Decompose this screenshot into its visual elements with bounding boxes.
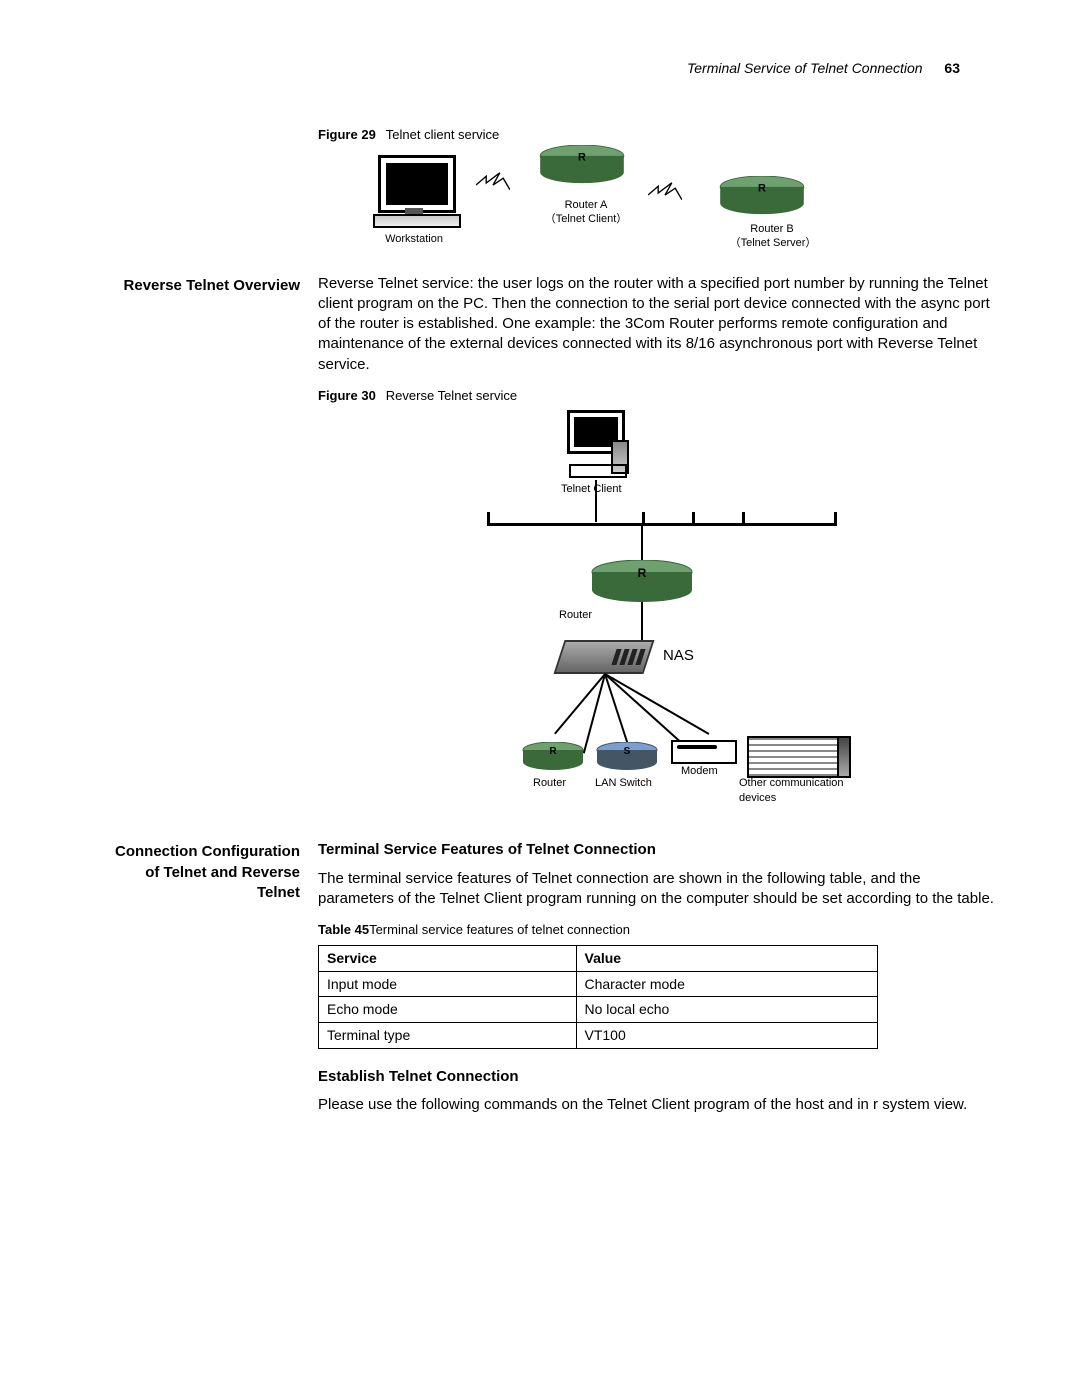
table45-label: Table 45	[318, 922, 369, 937]
table-row: Terminal type VT100	[319, 1023, 878, 1049]
running-title: Terminal Service of Telnet Connection	[687, 60, 923, 76]
nas-label: NAS	[663, 646, 694, 666]
table-row: Input mode Character mode	[319, 971, 878, 997]
svg-text:R: R	[638, 566, 647, 580]
workstation-label: Workstation	[364, 232, 464, 247]
workstation-icon	[378, 155, 456, 213]
figure30-caption: Figure 30 Reverse Telnet service	[318, 387, 1000, 405]
page: Terminal Service of Telnet Connection 63…	[0, 0, 1080, 1397]
bus-line	[487, 512, 837, 538]
conn-config-label: Connection Configuration of Telnet and R…	[100, 840, 300, 903]
conn-config-body: Terminal Service Features of Telnet Conn…	[318, 840, 1000, 1127]
reverse-overview-body: Reverse Telnet service: the user logs on…	[318, 274, 1000, 841]
lightning-icon	[648, 182, 682, 204]
svg-text:S: S	[624, 746, 631, 757]
features-heading: Terminal Service Features of Telnet Conn…	[318, 840, 1000, 860]
empty-side	[100, 126, 300, 128]
conn-config-row: Connection Configuration of Telnet and R…	[100, 840, 1000, 1127]
router-a-label: Router A	[546, 198, 626, 213]
features-text: The terminal service features of Telnet …	[318, 869, 1000, 910]
table45-title: Terminal service features of telnet conn…	[369, 922, 630, 937]
svg-text:R: R	[578, 151, 586, 163]
figure29-caption: Figure 29 Telnet client service	[318, 126, 1000, 144]
modem-label: Modem	[681, 764, 718, 779]
lightning-icon	[476, 172, 510, 194]
page-number: 63	[944, 60, 960, 76]
svg-text:R: R	[549, 746, 557, 757]
cell-value: Character mode	[576, 971, 878, 997]
router-a-sub: （Telnet Client）	[536, 212, 636, 227]
figure30-label: Figure 30	[318, 388, 376, 403]
telnet-client-icon	[563, 410, 629, 474]
router-a-icon: R	[536, 145, 628, 185]
table45-caption: Table 45Terminal service features of tel…	[318, 921, 1000, 939]
router-b-icon: R	[716, 176, 808, 216]
reverse-overview-label: Reverse Telnet Overview	[100, 274, 300, 296]
table-row: Echo mode No local echo	[319, 997, 878, 1023]
th-service: Service	[319, 945, 577, 971]
cell-service: Input mode	[319, 971, 577, 997]
figure29-body: Figure 29 Telnet client service Workstati…	[318, 126, 1000, 274]
cell-service: Terminal type	[319, 1023, 577, 1049]
router-label: Router	[559, 608, 592, 623]
lan-switch-label: LAN Switch	[595, 776, 652, 791]
router-icon: R	[589, 560, 695, 604]
running-header: Terminal Service of Telnet Connection 63	[100, 60, 1000, 76]
small-router-icon: R	[521, 742, 585, 772]
figure29-row: Figure 29 Telnet client service Workstati…	[100, 126, 1000, 274]
svg-text:R: R	[758, 182, 766, 194]
router-b-sub: （Telnet Server）	[718, 236, 828, 251]
establish-heading: Establish Telnet Connection	[318, 1067, 1000, 1087]
cell-value: No local echo	[576, 997, 878, 1023]
th-value: Value	[576, 945, 878, 971]
cell-value: VT100	[576, 1023, 878, 1049]
figure29-title: Telnet client service	[386, 127, 499, 142]
reverse-overview-text: Reverse Telnet service: the user logs on…	[318, 274, 1000, 375]
figure30-diagram: Telnet Client R Router	[439, 410, 879, 810]
table-header-row: Service Value	[319, 945, 878, 971]
cell-service: Echo mode	[319, 997, 577, 1023]
small-router-label: Router	[533, 776, 566, 791]
figure29-diagram: Workstation R Router A （Telnet Client）	[318, 150, 858, 260]
figure30-title: Reverse Telnet service	[386, 388, 517, 403]
nas-icon	[553, 640, 654, 674]
rack-icon	[747, 736, 851, 778]
telnet-client-label: Telnet Client	[561, 482, 622, 497]
establish-text: Please use the following commands on the…	[318, 1095, 1000, 1115]
other-devices-label: Other communication devices	[739, 776, 869, 806]
router-b-label: Router B	[732, 222, 812, 237]
lan-switch-icon: S	[595, 742, 659, 772]
reverse-overview-row: Reverse Telnet Overview Reverse Telnet s…	[100, 274, 1000, 841]
modem-icon	[671, 740, 737, 764]
table45: Service Value Input mode Character mode …	[318, 945, 878, 1050]
figure29-label: Figure 29	[318, 127, 376, 142]
